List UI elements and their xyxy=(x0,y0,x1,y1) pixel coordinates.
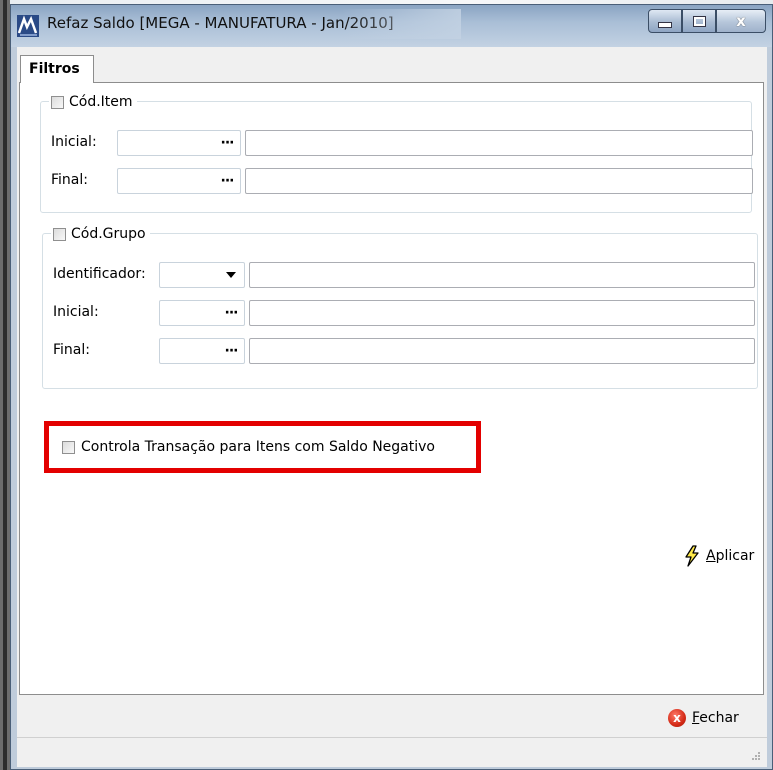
cod-item-legend: Cód.Item xyxy=(49,92,137,112)
cod-item-final-lookup-button[interactable]: ··· xyxy=(216,171,238,191)
aplicar-access-key: A xyxy=(706,548,716,564)
cod-item-inicial-lookup-button[interactable]: ··· xyxy=(216,133,238,153)
fechar-label: Fechar xyxy=(692,710,739,726)
cod-grupo-inicial-description[interactable] xyxy=(249,300,755,326)
controla-transacao-checkbox[interactable] xyxy=(62,440,75,454)
cod-grupo-final-label: Final: xyxy=(53,342,90,358)
background-left-strip xyxy=(0,0,10,770)
maximize-button[interactable] xyxy=(682,9,716,33)
close-icon: x xyxy=(736,12,746,30)
aplicar-label: Aplicar xyxy=(706,548,754,564)
identificador-dropdown-button[interactable] xyxy=(220,265,242,285)
chevron-down-icon xyxy=(226,272,236,278)
fechar-button[interactable]: x Fechar xyxy=(668,709,739,727)
cod-grupo-final-description[interactable] xyxy=(249,338,755,364)
close-circle-icon: x xyxy=(668,709,686,727)
cod-grupo-inicial-lookup-button[interactable]: ··· xyxy=(220,303,242,323)
cod-item-inicial-code-input[interactable]: ··· xyxy=(117,130,241,156)
window-controls: x xyxy=(648,9,766,35)
controla-transacao-label: Controla Transação para Itens com Saldo … xyxy=(81,439,435,455)
tab-filtros-label: Filtros xyxy=(29,61,80,77)
identificador-select[interactable] xyxy=(159,262,245,288)
close-circle-glyph: x xyxy=(673,711,681,725)
cod-item-checkbox[interactable] xyxy=(51,95,64,109)
window-client-area: Filtros Cód.Item Inicial: ··· Final: ··· xyxy=(17,47,767,767)
title-glass-overlay xyxy=(341,9,461,39)
mega-app-icon[interactable] xyxy=(17,15,39,37)
cod-grupo-checkbox[interactable] xyxy=(53,227,66,241)
cod-item-group: Cód.Item Inicial: ··· Final: ··· xyxy=(40,92,753,213)
cod-grupo-final-code-input[interactable]: ··· xyxy=(159,338,245,364)
cod-grupo-label: Cód.Grupo xyxy=(71,226,146,242)
refaz-saldo-window: Refaz Saldo [MEGA - MANUFATURA - Jan/201… xyxy=(10,4,773,770)
maximize-icon xyxy=(692,15,706,27)
minimize-icon xyxy=(658,22,672,28)
minimize-button[interactable] xyxy=(648,9,682,33)
resize-grip-icon[interactable] xyxy=(751,751,761,761)
cod-grupo-final-lookup-button[interactable]: ··· xyxy=(220,341,242,361)
aplicar-button[interactable]: Aplicar xyxy=(684,545,754,567)
filtros-panel: Cód.Item Inicial: ··· Final: ··· Cód.Gru… xyxy=(19,82,764,695)
cod-grupo-inicial-label: Inicial: xyxy=(53,304,99,320)
cod-item-final-code-input[interactable]: ··· xyxy=(117,168,241,194)
cod-item-inicial-description[interactable] xyxy=(245,130,753,156)
tab-filtros[interactable]: Filtros xyxy=(20,55,94,83)
fechar-label-rest: echar xyxy=(699,710,739,726)
background-left-strip-inner xyxy=(3,0,7,770)
cod-item-label: Cód.Item xyxy=(69,94,133,110)
cod-grupo-inicial-code-input[interactable]: ··· xyxy=(159,300,245,326)
cod-item-final-description[interactable] xyxy=(245,168,753,194)
aplicar-label-rest: plicar xyxy=(715,548,755,564)
cod-item-inicial-label: Inicial: xyxy=(51,134,97,150)
cod-item-final-label: Final: xyxy=(51,172,88,188)
cod-grupo-group: Cód.Grupo Identificador: Inicial: ··· Fi… xyxy=(42,224,758,389)
status-bar-separator xyxy=(17,737,767,738)
title-bar[interactable]: Refaz Saldo [MEGA - MANUFATURA - Jan/201… xyxy=(11,5,772,47)
identificador-description[interactable] xyxy=(249,262,755,288)
cod-grupo-legend: Cód.Grupo xyxy=(51,224,150,244)
identificador-label: Identificador: xyxy=(53,266,146,282)
close-window-button[interactable]: x xyxy=(716,9,766,33)
controla-transacao-option[interactable]: Controla Transação para Itens com Saldo … xyxy=(62,439,435,455)
lightning-icon xyxy=(685,545,699,567)
